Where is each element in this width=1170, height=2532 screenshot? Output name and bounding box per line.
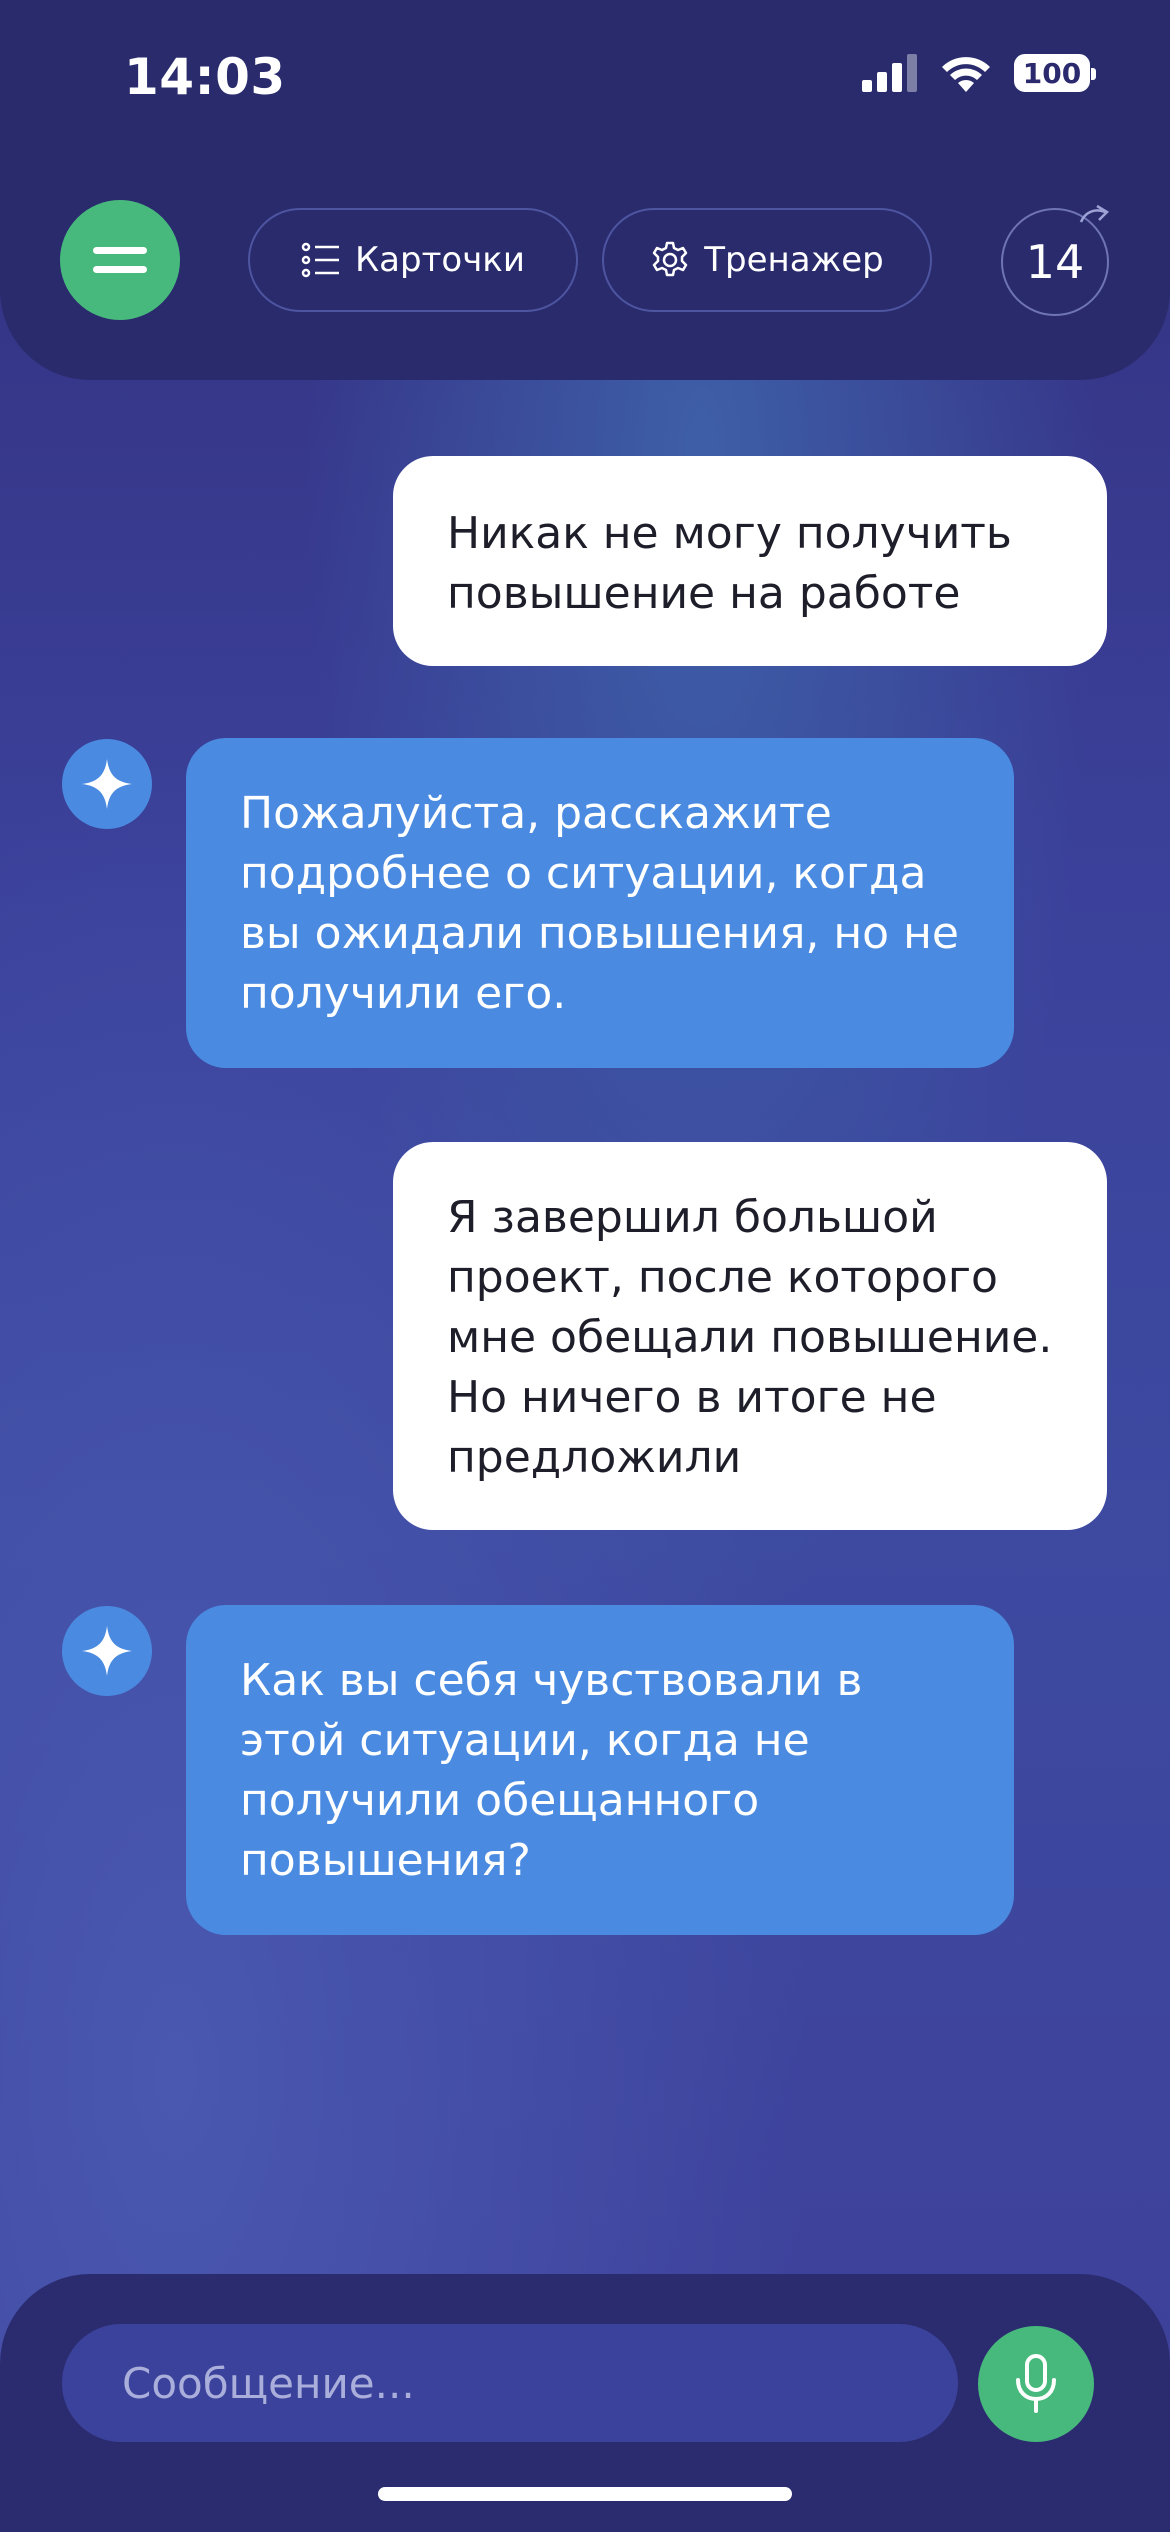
assistant-avatar bbox=[62, 739, 152, 829]
cards-button[interactable]: Карточки bbox=[248, 208, 578, 312]
status-time: 14:03 bbox=[124, 48, 286, 106]
menu-button[interactable] bbox=[60, 200, 180, 320]
status-icons: 100 bbox=[862, 54, 1096, 92]
list-icon bbox=[301, 242, 340, 278]
user-message: Я завершил большой проект, после которог… bbox=[393, 1142, 1107, 1530]
sparkle-icon bbox=[82, 1626, 132, 1676]
assistant-avatar bbox=[62, 1606, 152, 1696]
assistant-message: Пожалуйста, расскажите подробнее о ситуа… bbox=[186, 738, 1014, 1068]
microphone-icon bbox=[1016, 2354, 1056, 2413]
counter-value: 14 bbox=[1025, 235, 1085, 289]
message-text: Пожалуйста, расскажите подробнее о ситуа… bbox=[240, 788, 959, 1019]
battery-indicator: 100 bbox=[1014, 54, 1096, 92]
home-indicator[interactable] bbox=[378, 2487, 792, 2501]
cellular-signal-icon bbox=[862, 54, 917, 92]
gear-icon bbox=[653, 241, 688, 277]
status-bar: 14:03 100 bbox=[0, 0, 1170, 150]
message-text: Я завершил большой проект, после которог… bbox=[447, 1192, 1053, 1483]
menu-icon bbox=[93, 247, 147, 254]
assistant-message: Как вы себя чувствовали в этой ситуации,… bbox=[186, 1605, 1014, 1935]
message-text: Как вы себя чувствовали в этой ситуации,… bbox=[240, 1655, 863, 1886]
wifi-icon bbox=[942, 57, 990, 92]
menu-icon-bar bbox=[93, 266, 147, 273]
microphone-button[interactable] bbox=[978, 2326, 1094, 2442]
refresh-arrow-icon bbox=[1079, 204, 1110, 223]
message-input[interactable] bbox=[62, 2324, 958, 2442]
trainer-label: Тренажер bbox=[704, 240, 884, 280]
trainer-button[interactable]: Тренажер bbox=[602, 208, 932, 312]
session-counter[interactable]: 14 bbox=[1001, 204, 1110, 316]
sparkle-icon bbox=[82, 759, 132, 809]
cards-label: Карточки bbox=[355, 240, 525, 280]
user-message: Никак не могу получить повышение на рабо… bbox=[393, 456, 1107, 666]
message-text: Никак не могу получить повышение на рабо… bbox=[447, 508, 1012, 619]
